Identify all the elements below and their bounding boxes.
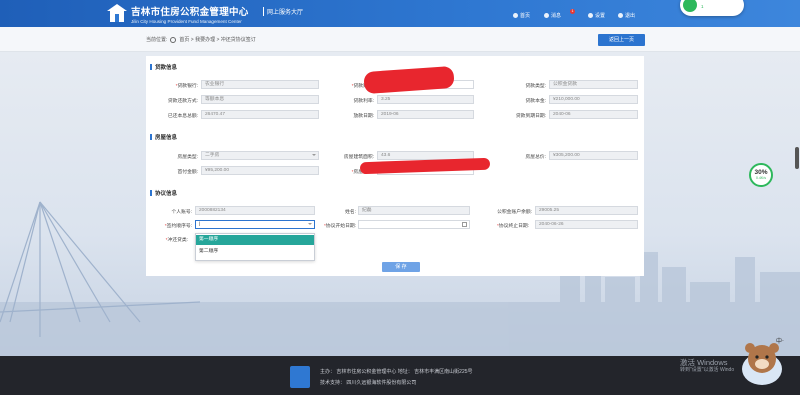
footer-host-info: 主办： 吉林市住房公积金管理中心 地址： 吉林市丰满区南山街225号 — [320, 369, 473, 375]
site-subtitle: 网上服务大厅 — [263, 7, 303, 16]
nav-message[interactable]: 消息 — [544, 12, 561, 19]
bear-mascot-icon[interactable]: 中· — [738, 337, 786, 387]
form-card: 贷款信息 *贷款银行: 农业银行 *贷款账号: 贷款类型: 公积金贷款 贷款还款… — [146, 56, 644, 276]
brand: 吉林市住房公积金管理中心 Jilin City Housing Providen… — [131, 4, 303, 24]
windows-activate-hint: 转到"设置"以激活 Windo — [680, 367, 735, 373]
breadcrumb-prefix: 当前位置: — [146, 37, 168, 43]
back-button[interactable]: 返回上一页 — [598, 34, 645, 46]
wifi-icon — [683, 0, 697, 12]
site-title-en: Jilin City Housing Provident Fund Manage… — [131, 19, 242, 24]
loan-bank-select[interactable]: 农业银行 — [201, 80, 319, 89]
breadcrumb-path[interactable]: 首页 > 我要办理 > 冲还贷协议签订 — [179, 36, 255, 43]
nav-logout-label: 退出 — [625, 13, 636, 19]
repaid-total-field[interactable]: 26470.47 — [201, 110, 319, 119]
personal-account-label: 个人账号: — [171, 210, 192, 215]
house-type-label: 房屋类型: — [177, 155, 198, 160]
loan-bank-label: *贷款银行: — [175, 84, 198, 89]
agreement-end-field[interactable]: 2040-06-26 — [535, 220, 638, 229]
top-header: 吉林市住房公积金管理中心 Jilin City Housing Providen… — [0, 0, 800, 27]
speed-rate: 0.4K/s — [756, 176, 766, 180]
name-label: 姓名: — [345, 210, 356, 215]
loan-due-label: 贷款到期日期: — [515, 114, 546, 119]
fund-balance-field[interactable]: 29005.25 — [535, 206, 638, 215]
network-widget-label: 1 — [701, 4, 704, 9]
nav-logout[interactable]: 退出 — [618, 12, 635, 19]
gear-icon — [588, 13, 593, 18]
speed-widget[interactable]: 30% 0.4K/s — [749, 163, 773, 187]
speed-percent: 30% — [754, 169, 768, 176]
footer-tech-support: 技术支持： 四川久远银海软件股份有限公司 — [320, 380, 417, 386]
nav-settings[interactable]: 设置 — [588, 12, 605, 19]
repay-method-label: 贷款还款方式: — [167, 99, 198, 104]
loan-principal-field[interactable]: ¥210,000.00 — [549, 95, 638, 104]
sign-order-select[interactable]: | — [195, 220, 315, 229]
house-section-title: 房屋信息 — [150, 133, 177, 141]
release-date-field[interactable]: 2019-06 — [377, 110, 474, 119]
logout-icon — [618, 13, 623, 18]
agreement-section-title: 协议信息 — [150, 189, 177, 197]
repay-type-label: *冲还贷类: — [165, 238, 188, 243]
repay-method-field[interactable]: 等额本息 — [201, 95, 319, 104]
message-icon — [544, 13, 549, 18]
agreement-start-label: *协议开始日期: — [324, 224, 356, 229]
message-badge: 1 — [570, 9, 575, 14]
house-price-label: 房屋总价: — [525, 155, 546, 160]
nav-home-label: 首页 — [520, 13, 531, 19]
save-button[interactable]: 保 存 — [382, 262, 420, 272]
redaction-mark — [363, 65, 455, 95]
scrollbar[interactable] — [795, 147, 799, 169]
name-field[interactable]: 纪磊 — [358, 206, 470, 215]
network-widget[interactable]: 1 — [680, 0, 744, 16]
repaid-total-label: 已还本息总额: — [167, 114, 198, 119]
sign-order-label: *签约顺序号: — [164, 224, 192, 229]
calendar-icon[interactable] — [462, 222, 467, 227]
logo-icon — [107, 4, 127, 22]
nav-settings-label: 设置 — [595, 13, 606, 19]
home-icon — [513, 13, 518, 18]
house-price-field[interactable]: ¥305,200.00 — [549, 151, 638, 160]
personal-account-field[interactable]: 2000882134 — [195, 206, 315, 215]
fund-balance-label: 公积金账户余额: — [497, 210, 532, 215]
nav-home[interactable]: 首页 — [513, 12, 530, 19]
breadcrumb: 当前位置: 首页 > 我要办理 > 冲还贷协议签订 — [146, 36, 256, 43]
chevron-down-icon — [312, 154, 316, 156]
house-type-select[interactable]: 二手房 — [201, 151, 319, 160]
sign-order-dropdown: 第一顺序 第二顺序 — [195, 233, 315, 261]
house-area-label: 房屋建筑面积: — [343, 155, 374, 160]
breadcrumb-bar: 当前位置: 首页 > 我要办理 > 冲还贷协议签订 — [0, 27, 800, 52]
down-payment-field[interactable]: ¥95,200.00 — [201, 166, 319, 175]
site-title: 吉林市住房公积金管理中心 — [131, 7, 249, 18]
nav-message-label: 消息 — [551, 13, 562, 19]
dropdown-option-first[interactable]: 第一顺序 — [196, 235, 314, 245]
loan-rate-label: 贷款利率: — [353, 99, 374, 104]
loan-type-label: 贷款类型: — [525, 84, 546, 89]
agreement-end-label: *协议终止日期: — [497, 224, 529, 229]
loan-rate-field[interactable]: 3.25 — [377, 95, 474, 104]
loan-due-field[interactable]: 2040-06 — [549, 110, 638, 119]
release-date-label: 放款日期: — [353, 114, 374, 119]
dropdown-option-second[interactable]: 第二顺序 — [196, 247, 314, 257]
loan-type-field[interactable]: 公积金贷款 — [549, 80, 638, 89]
footer-logo-icon — [290, 366, 310, 388]
svg-text:中·: 中· — [776, 337, 784, 345]
agreement-start-field[interactable] — [358, 220, 470, 229]
down-payment-label: 首付金额: — [177, 170, 198, 175]
loan-section-title: 贷款信息 — [150, 63, 177, 71]
loan-principal-label: 贷款本金: — [525, 99, 546, 104]
footer: 主办： 吉林市住房公积金管理中心 地址： 吉林市丰满区南山街225号 技术支持：… — [0, 356, 800, 395]
home-icon — [170, 36, 177, 43]
